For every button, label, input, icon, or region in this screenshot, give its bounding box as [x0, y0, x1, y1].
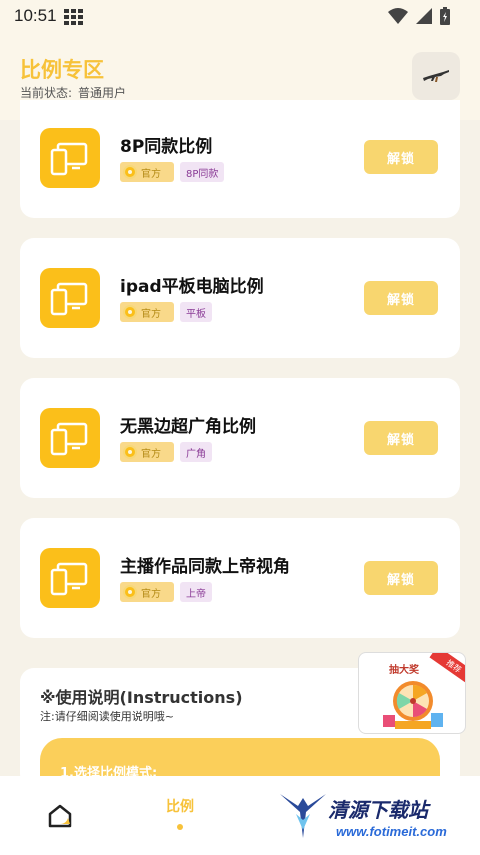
- coin-icon: [123, 445, 137, 459]
- status-time: 10:51: [14, 6, 57, 25]
- instructions-note: 注:请仔细阅读使用说明哦~: [40, 710, 174, 723]
- watermark-url: www.fotimeit.com: [336, 824, 447, 839]
- device-icon: [40, 128, 100, 188]
- wifi-icon: [388, 8, 408, 24]
- active-indicator: [177, 824, 183, 830]
- type-tag: 8P同款: [180, 162, 225, 182]
- prize-wheel-icon: [383, 681, 443, 729]
- ad-title: 抽大奖: [389, 665, 419, 676]
- battery-icon: [440, 7, 450, 25]
- app-grid-icon: [64, 9, 83, 25]
- watermark-logo: [280, 794, 326, 838]
- user-status-label: 当前状态:: [20, 86, 73, 100]
- coin-icon: [123, 165, 137, 179]
- card-title: 8P同款比例: [120, 137, 213, 157]
- user-status: 当前状态: 普通用户: [20, 84, 126, 101]
- ratio-card-ipad[interactable]: ipad平板电脑比例 官方 平板 解锁: [20, 238, 460, 358]
- nav-tab-ratio-label: 比例: [166, 799, 194, 815]
- ratio-card-8p[interactable]: 8P同款比例 官方 8P同款 解锁: [20, 100, 460, 218]
- rifle-icon: [423, 70, 449, 82]
- device-icon: [40, 408, 100, 468]
- signal-icon: [416, 8, 432, 24]
- unlock-button[interactable]: 解锁: [364, 421, 438, 455]
- official-tag: 官方: [120, 582, 174, 602]
- official-tag: 官方: [120, 302, 174, 322]
- type-tag: 平板: [180, 302, 212, 322]
- card-title: ipad平板电脑比例: [120, 277, 264, 297]
- ratio-card-wide[interactable]: 无黑边超广角比例 官方 广角 解锁: [20, 378, 460, 498]
- official-tag: 官方: [120, 442, 174, 462]
- type-tag: 上帝: [180, 582, 212, 602]
- coin-icon: [123, 305, 137, 319]
- official-tag: 官方: [120, 162, 174, 182]
- card-title: 无黑边超广角比例: [120, 417, 256, 437]
- unlock-button[interactable]: 解锁: [364, 281, 438, 315]
- avatar-button[interactable]: [412, 52, 460, 100]
- bottom-nav: 比例 清源下载站 www.fotimeit.com: [0, 776, 480, 855]
- device-icon: [40, 268, 100, 328]
- watermark: 清源下载站 www.fotimeit.com: [276, 790, 466, 850]
- card-title: 主播作品同款上帝视角: [120, 557, 290, 577]
- type-tag: 广角: [180, 442, 212, 462]
- unlock-button[interactable]: 解锁: [364, 561, 438, 595]
- ratio-card-god-view[interactable]: 主播作品同款上帝视角 官方 上帝 解锁: [20, 518, 460, 638]
- unlock-button[interactable]: 解锁: [364, 140, 438, 174]
- device-icon: [40, 548, 100, 608]
- watermark-text: 清源下载站: [328, 798, 428, 822]
- page-title: 比例专区: [20, 58, 104, 82]
- nav-tab-ratio[interactable]: 比例: [160, 796, 200, 830]
- home-icon[interactable]: [46, 802, 74, 830]
- instructions-title: ※使用说明(Instructions): [40, 688, 243, 707]
- user-status-value: 普通用户: [78, 86, 127, 100]
- lottery-float-ad[interactable]: 抽大奖 推荐: [358, 652, 466, 734]
- coin-icon: [123, 585, 137, 599]
- status-bar: 10:51: [0, 0, 480, 34]
